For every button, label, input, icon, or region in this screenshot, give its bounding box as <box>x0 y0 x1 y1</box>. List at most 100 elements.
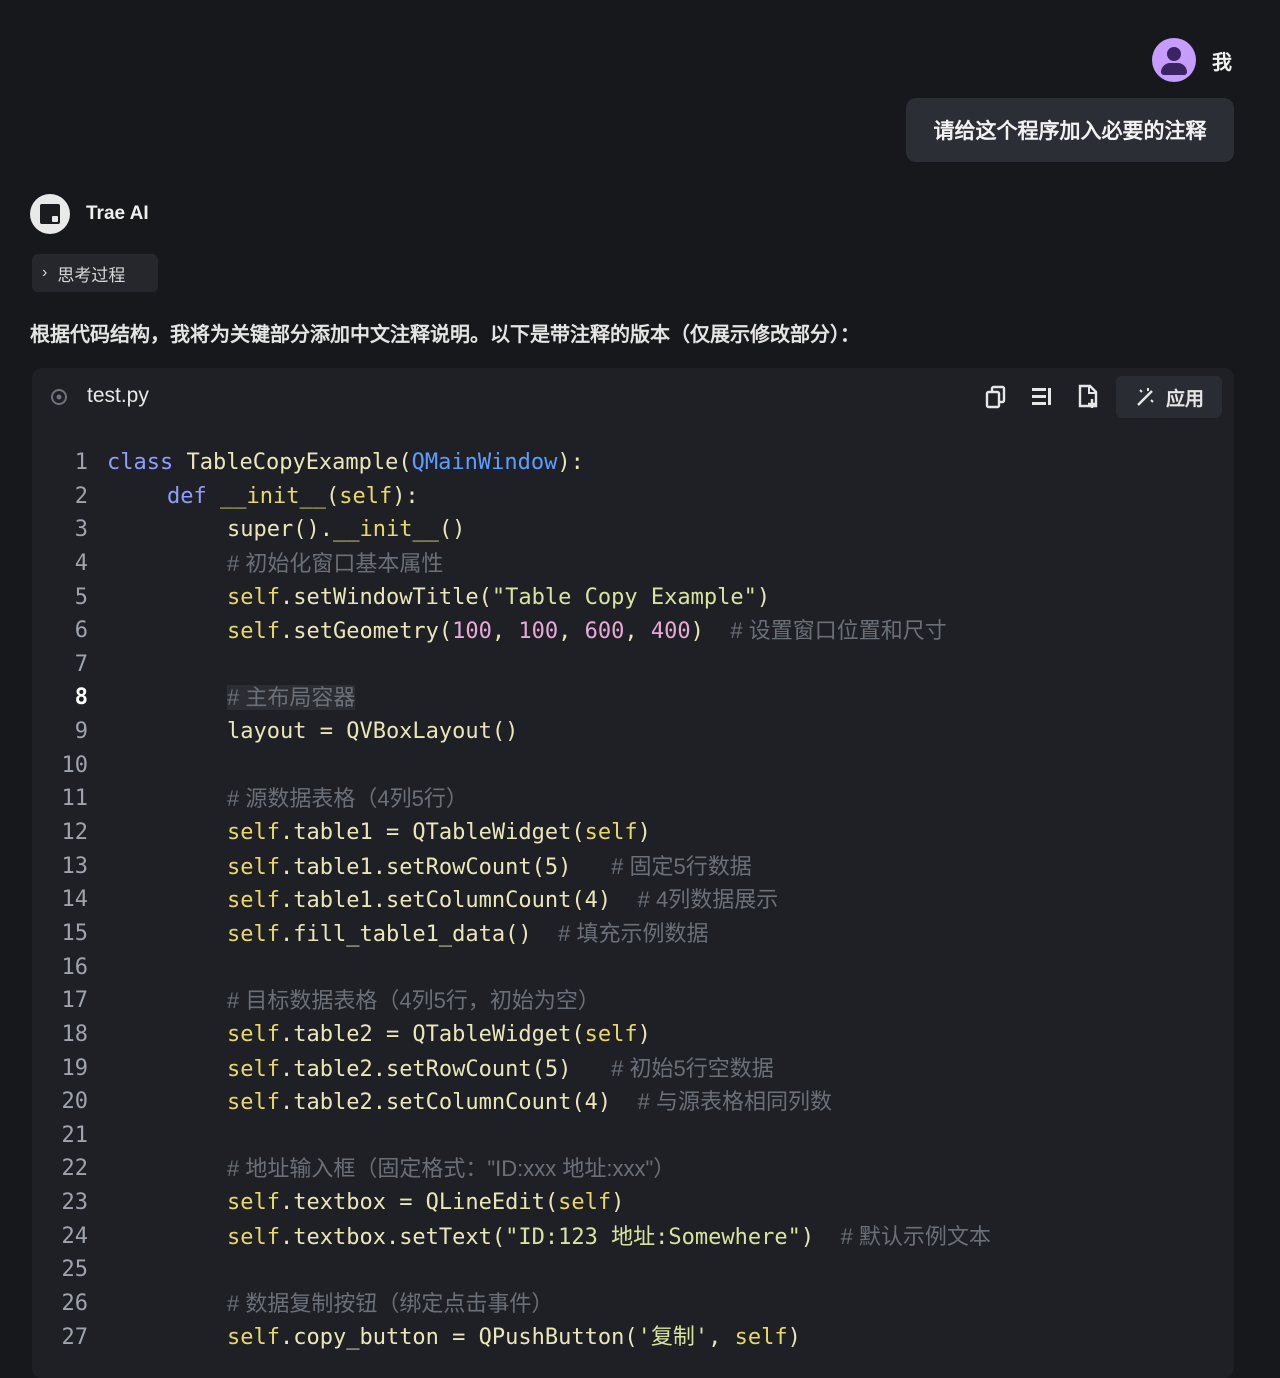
code-line: 16 <box>32 951 1234 985</box>
code-token: ) <box>690 619 731 645</box>
code-token: self <box>227 820 280 846</box>
code-token: ) <box>637 820 651 846</box>
code-line: 8 # 主布局容器 <box>32 681 1234 715</box>
code-line: 24 self.textbox.setText("ID:123 地址:Somewh… <box>32 1220 1234 1254</box>
code-line: 15 self.fill_table1_data() # 填充示例数据 <box>32 917 1234 951</box>
code-comment: # 主布局容器 <box>227 685 356 711</box>
code-token: .setGeometry( <box>279 619 453 645</box>
code-comment: # 与源表格相同列数 <box>637 1089 832 1115</box>
code-token: __init__ <box>219 483 326 509</box>
thinking-toggle[interactable]: › 思考过程 <box>32 254 158 292</box>
code-line: 20 self.table2.setColumnCount(4) # 与源表格相同… <box>32 1085 1234 1119</box>
code-text: self.textbox = QLineEdit(self) <box>227 1186 624 1220</box>
line-number: 22 <box>61 1156 89 1182</box>
code-text: self.table1.setRowCount(5) # 固定5行数据 <box>227 850 752 885</box>
line-number: 23 <box>61 1190 89 1216</box>
code-text: # 目标数据表格（4列5行，初始为空） <box>227 984 600 1019</box>
new-file-button[interactable] <box>1070 377 1106 417</box>
insert-button[interactable] <box>1024 377 1060 417</box>
code-token: '复制' <box>637 1324 709 1350</box>
line-number: 4 <box>74 550 88 576</box>
user-header: 我 <box>1152 38 1232 82</box>
code-line: 7 <box>32 648 1234 682</box>
code-token: self <box>227 1190 280 1216</box>
code-token: layout = QVBoxLayout() <box>227 719 519 745</box>
code-token: self <box>227 584 280 610</box>
code-filename: test.py <box>87 384 149 407</box>
code-token: ( <box>325 483 340 509</box>
code-token: self <box>584 820 638 846</box>
code-token: self <box>227 888 280 914</box>
line-number: 10 <box>61 752 89 778</box>
file-settings-icon <box>51 389 67 405</box>
code-text: # 地址输入框（固定格式："ID:xxx 地址:xxx"） <box>227 1152 675 1187</box>
line-number: 26 <box>61 1291 89 1317</box>
line-number: 7 <box>74 651 88 677</box>
code-token: self <box>584 1021 638 1047</box>
code-text: super().__init__() <box>227 513 465 547</box>
code-token: QMainWindow <box>411 450 558 475</box>
line-number: 5 <box>74 584 88 610</box>
code-text: # 初始化窗口基本属性 <box>227 547 443 582</box>
code-token: ): <box>392 483 419 509</box>
code-token: 100 <box>518 619 559 645</box>
code-text: self.table2.setRowCount(5) # 初始5行空数据 <box>227 1052 774 1087</box>
line-number: 8 <box>74 685 88 711</box>
code-line: 18 self.table2 = QTableWidget(self) <box>32 1018 1234 1052</box>
code-token: self <box>227 1056 280 1082</box>
code-line: 12 self.table1 = QTableWidget(self) <box>32 816 1234 850</box>
code-token: self <box>227 619 280 645</box>
assistant-header: Trae AI <box>30 194 149 234</box>
user-message-bubble: 请给这个程序加入必要的注释 <box>906 98 1234 162</box>
code-text: layout = QVBoxLayout() <box>227 715 518 749</box>
code-token: self <box>558 1190 612 1216</box>
code-token: ) <box>637 1021 651 1047</box>
line-number: 1 <box>74 450 88 475</box>
code-token: , <box>624 619 651 645</box>
code-token: self <box>227 1324 280 1350</box>
code-token: () <box>438 517 466 543</box>
code-token: self <box>339 483 393 509</box>
code-text: self.table2.setColumnCount(4) # 与源表格相同列数 <box>227 1085 832 1120</box>
code-text: self.copy_button = QPushButton('复制', sel… <box>227 1321 801 1355</box>
line-number: 15 <box>61 920 89 946</box>
code-token: __init__ <box>332 517 439 543</box>
code-token: .table1 = QTableWidget( <box>279 820 585 846</box>
assistant-name: Trae AI <box>86 203 149 224</box>
code-token: .table2.setColumnCount(4) <box>279 1090 638 1116</box>
code-text: self.table1 = QTableWidget(self) <box>227 816 651 850</box>
copy-icon <box>985 385 1006 409</box>
line-number: 27 <box>61 1324 89 1350</box>
code-token: .table2 = QTableWidget( <box>279 1021 585 1047</box>
code-token: "ID:123 地址:Somewhere" <box>505 1224 801 1250</box>
code-token: 600 <box>584 619 625 645</box>
code-token: ) <box>800 1224 841 1250</box>
code-token: ) <box>787 1324 801 1350</box>
code-line: 9 layout = QVBoxLayout() <box>32 715 1234 749</box>
code-comment: # 数据复制按钮（绑定点击事件） <box>227 1291 554 1317</box>
code-token: ) <box>611 1190 625 1216</box>
code-block: test.py 应用 1 class TableCopyExample(QMai… <box>32 368 1234 1378</box>
copy-button[interactable] <box>978 377 1014 417</box>
line-number: 25 <box>61 1257 89 1283</box>
code-token: self <box>227 854 280 880</box>
code-text: class TableCopyExample(QMainWindow): <box>107 446 584 480</box>
line-number: 9 <box>74 719 88 745</box>
apply-button[interactable]: 应用 <box>1116 376 1222 418</box>
code-line: 3 super().__init__() <box>32 513 1234 547</box>
line-number: 2 <box>74 483 88 509</box>
apply-label: 应用 <box>1165 388 1204 410</box>
code-text: self.table1.setColumnCount(4) # 4列数据展示 <box>227 883 778 918</box>
code-line: 13 self.table1.setRowCount(5) # 固定5行数据 <box>32 850 1234 884</box>
code-text: self.setGeometry(100, 100, 600, 400) # 设… <box>227 614 947 649</box>
code-token: .copy_button = QPushButton( <box>279 1324 638 1350</box>
code-token: def <box>167 483 220 509</box>
code-token: ) <box>756 584 771 610</box>
code-token: .table2.setRowCount(5) <box>279 1056 612 1082</box>
code-comment: # 默认示例文本 <box>840 1223 991 1249</box>
code-line: 14 self.table1.setColumnCount(4) # 4列数据展示 <box>32 883 1234 917</box>
assistant-intro-text: 根据代码结构，我将为关键部分添加中文注释说明。以下是带注释的版本（仅展示修改部分… <box>30 324 860 346</box>
code-token: self <box>227 1090 280 1116</box>
code-line: 2 def __init__(self): <box>32 480 1234 514</box>
code-comment: # 地址输入框（固定格式："ID:xxx 地址:xxx"） <box>227 1156 676 1182</box>
